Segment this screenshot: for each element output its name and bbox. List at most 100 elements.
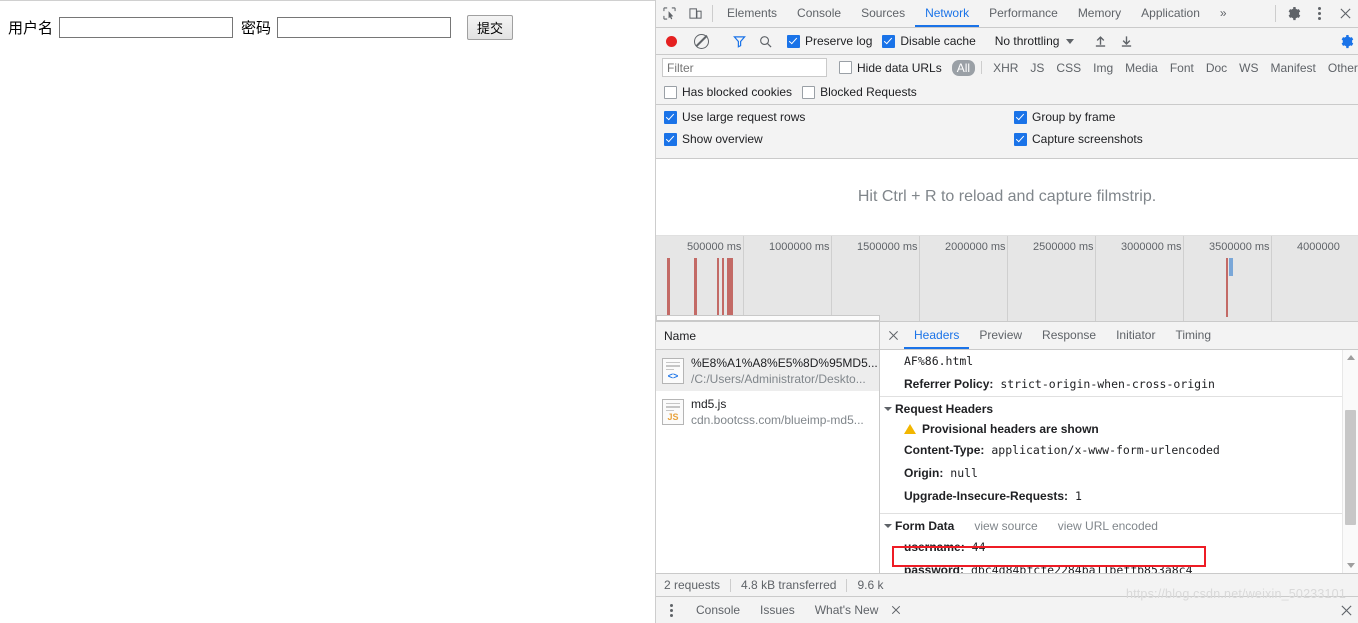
more-tabs-chevron-icon[interactable]: » — [1210, 0, 1237, 27]
tab-performance[interactable]: Performance — [979, 0, 1068, 27]
device-toolbar-icon[interactable] — [682, 0, 708, 27]
network-status-bar: 2 requests 4.8 kB transferred 9.6 k — [656, 573, 1358, 596]
form-data-title[interactable]: Form Data — [884, 519, 954, 533]
form-data-section[interactable]: Form Data view source view URL encoded — [880, 513, 1358, 536]
scrollbar-thumb[interactable] — [1345, 410, 1356, 525]
clear-icon[interactable] — [694, 33, 709, 49]
network-toolbar: Preserve log Disable cache No throttling — [656, 28, 1358, 55]
password-input[interactable] — [277, 17, 452, 38]
gear-icon[interactable] — [1280, 0, 1306, 27]
form-data-key: username: — [904, 540, 965, 554]
record-button-icon[interactable] — [666, 35, 677, 47]
submit-button[interactable]: 提交 — [467, 15, 514, 40]
settings-column-right: Group by frame Capture screenshots — [1014, 110, 1153, 158]
request-headers-title[interactable]: Request Headers — [884, 402, 993, 416]
drawer-tab-issues[interactable]: Issues — [750, 597, 805, 623]
filmstrip-message: Hit Ctrl + R to reload and capture films… — [857, 188, 1157, 205]
checkbox-box — [882, 34, 896, 48]
view-url-encoded-link[interactable]: view URL encoded — [1058, 519, 1158, 533]
close-whats-new-tab-icon[interactable] — [888, 605, 904, 615]
group-by-frame-checkbox[interactable]: Group by frame — [1014, 110, 1143, 124]
use-large-request-rows-label: Use large request rows — [682, 110, 806, 124]
type-filter-doc[interactable]: Doc — [1201, 60, 1232, 76]
settings-column-left: Use large request rows Show overview — [664, 110, 1014, 158]
form-data-value: dbc4d84bfcfe2284ba11beffb853a8c4 — [970, 563, 1193, 573]
filter-input[interactable] — [662, 58, 827, 77]
tab-memory[interactable]: Memory — [1068, 0, 1131, 27]
has-blocked-cookies-checkbox[interactable]: Has blocked cookies — [664, 85, 792, 99]
request-headers-section[interactable]: Request Headers — [880, 396, 1358, 419]
request-rows: <> %E8%A1%A8%E5%8D%95MD5... /C:/Users/Ad… — [656, 350, 879, 573]
overview-tick-2500000: 2500000 ms — [1033, 241, 1094, 253]
capture-screenshots-checkbox[interactable]: Capture screenshots — [1014, 132, 1143, 146]
tab-initiator[interactable]: Initiator — [1106, 322, 1165, 349]
close-details-icon[interactable] — [882, 322, 904, 349]
type-filter-ws[interactable]: WS — [1234, 60, 1263, 76]
export-har-icon[interactable] — [1113, 34, 1139, 48]
checkbox-box — [1014, 132, 1027, 146]
status-divider — [846, 578, 848, 592]
type-filter-img[interactable]: Img — [1088, 60, 1118, 76]
tab-elements[interactable]: Elements — [717, 0, 787, 27]
tab-console[interactable]: Console — [787, 0, 851, 27]
drawer-tab-whats-new[interactable]: What's New — [805, 597, 889, 623]
overview-selection-handle[interactable] — [656, 315, 880, 321]
type-filter-font[interactable]: Font — [1165, 60, 1199, 76]
file-icon-lines — [666, 402, 680, 412]
blocked-filters-row: Has blocked cookies Blocked Requests — [656, 80, 1358, 105]
tab-preview[interactable]: Preview — [969, 322, 1032, 349]
inspect-element-icon[interactable] — [656, 0, 682, 27]
use-large-request-rows-checkbox[interactable]: Use large request rows — [664, 110, 1004, 124]
overview-tick-1500000: 1500000 ms — [857, 241, 918, 253]
details-scrollbar[interactable] — [1342, 350, 1358, 573]
request-path: /C:/Users/Administrator/Deskto... — [691, 371, 866, 386]
type-filter-media[interactable]: Media — [1120, 60, 1163, 76]
username-input[interactable] — [59, 17, 234, 38]
tab-sources[interactable]: Sources — [851, 0, 915, 27]
javascript-file-icon: JS — [662, 398, 684, 425]
drawer-kebab-menu-icon[interactable] — [662, 603, 680, 617]
drawer-tab-console[interactable]: Console — [686, 597, 750, 623]
overview-screenshot-bar — [1229, 258, 1233, 276]
type-filter-xhr[interactable]: XHR — [988, 60, 1023, 76]
tab-headers[interactable]: Headers — [904, 322, 970, 349]
scroll-up-arrow-icon[interactable] — [1343, 350, 1358, 365]
request-row-md5js[interactable]: JS md5.js cdn.bootcss.com/blueimp-md5... — [656, 391, 879, 432]
request-list-header[interactable]: Name — [656, 322, 879, 350]
tab-application[interactable]: Application — [1131, 0, 1210, 27]
show-overview-checkbox[interactable]: Show overview — [664, 132, 1004, 146]
blocked-requests-checkbox[interactable]: Blocked Requests — [802, 85, 917, 99]
type-filter-js[interactable]: JS — [1025, 60, 1049, 76]
network-settings-gear-icon[interactable] — [1334, 34, 1358, 49]
tab-timing[interactable]: Timing — [1165, 322, 1221, 349]
preserve-log-checkbox[interactable]: Preserve log — [787, 34, 872, 48]
tab-network[interactable]: Network — [915, 0, 980, 27]
view-source-link[interactable]: view source — [974, 519, 1037, 533]
hide-data-urls-label: Hide data URLs — [857, 60, 942, 75]
header-row-upgrade-insecure: Upgrade-Insecure-Requests: 1 — [880, 485, 1358, 508]
network-overview-timeline[interactable]: 500000 ms 1000000 ms 1500000 ms 2000000 … — [656, 236, 1358, 322]
file-icon-tag: <> — [667, 370, 679, 381]
kebab-menu-icon[interactable] — [1306, 0, 1332, 27]
type-filter-other[interactable]: Other — [1323, 60, 1358, 76]
funnel-filter-icon[interactable] — [726, 35, 752, 48]
disclosure-triangle-icon — [884, 407, 892, 411]
scroll-down-arrow-icon[interactable] — [1343, 558, 1358, 573]
search-icon[interactable] — [752, 35, 778, 48]
close-devtools-icon[interactable] — [1332, 0, 1358, 27]
import-har-icon[interactable] — [1087, 34, 1113, 48]
overview-request-bar — [722, 258, 724, 317]
header-value: application/x-www-form-urlencoded — [991, 443, 1220, 457]
hide-data-urls-checkbox[interactable]: Hide data URLs — [839, 61, 942, 75]
type-filter-all[interactable]: All — [951, 59, 976, 76]
request-row-document[interactable]: <> %E8%A1%A8%E5%8D%95MD5... /C:/Users/Ad… — [656, 350, 879, 391]
disable-cache-checkbox[interactable]: Disable cache — [882, 34, 976, 48]
request-list-panel: Name <> %E8%A1%A8%E5%8D%95MD5... /C:/Use… — [656, 322, 880, 573]
overview-request-bar — [717, 258, 719, 317]
close-drawer-icon[interactable] — [1334, 604, 1358, 617]
tab-response[interactable]: Response — [1032, 322, 1106, 349]
type-filter-manifest[interactable]: Manifest — [1266, 60, 1321, 76]
document-file-icon: <> — [662, 357, 684, 384]
throttling-dropdown[interactable]: No throttling — [995, 34, 1079, 48]
type-filter-css[interactable]: CSS — [1051, 60, 1086, 76]
